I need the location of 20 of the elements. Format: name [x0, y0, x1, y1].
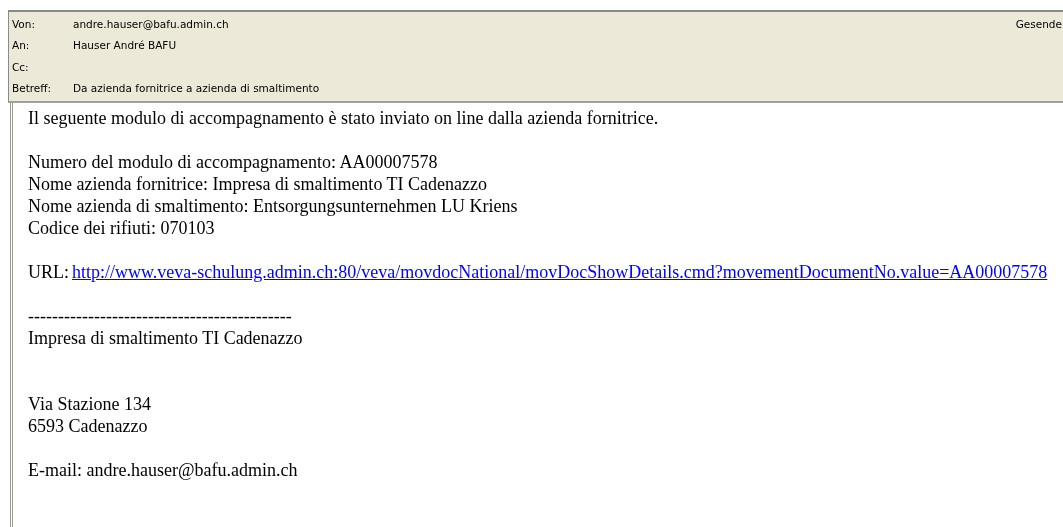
- body-text: --------------------------------------------: [28, 305, 293, 327]
- body-text: Via Stazione 134: [28, 393, 152, 415]
- field-label: Betreff:: [12, 82, 53, 95]
- url-label: URL:: [28, 262, 69, 282]
- body-text: Nome azienda fornitrice: Impresa di smaltimento TI Cadenazzo: [28, 173, 488, 195]
- body-text: Nome azienda di smaltimento: Entsorgungsunternehmen LU Kriens: [28, 195, 519, 217]
- body-text: Il seguente modulo di accompagnamento è stato inviato on line dalla azienda fornitrice.: [28, 107, 660, 129]
- field-value: andre.hauser@bafu.admin.ch: [73, 17, 229, 30]
- field-label: Cc:: [12, 60, 30, 73]
- field-value: Da azienda fornitrice a azienda di smaltimento: [73, 82, 320, 95]
- field-label: An:: [12, 39, 31, 52]
- url-link[interactable]: http://www.veva-schulung.admin.ch:80/veva/movdocNational/movDocShowDetails.cmd?movementDocumentNo.value=AA00007578: [72, 262, 1048, 282]
- field-label: Von:: [12, 17, 36, 30]
- sent-label: Gesende: [1015, 17, 1062, 30]
- body-text: Numero del modulo di accompagnamento: AA00007578: [28, 151, 439, 173]
- body-text: 6593 Cadenazzo: [28, 415, 149, 437]
- body-text: E-mail: andre.hauser@bafu.admin.ch: [28, 459, 299, 481]
- field-value: Hauser André BAFU: [73, 39, 177, 52]
- body-text: Codice dei rifiuti: 070103: [28, 217, 216, 239]
- body-text: Impresa di smaltimento TI Cadenazzo: [28, 327, 304, 349]
